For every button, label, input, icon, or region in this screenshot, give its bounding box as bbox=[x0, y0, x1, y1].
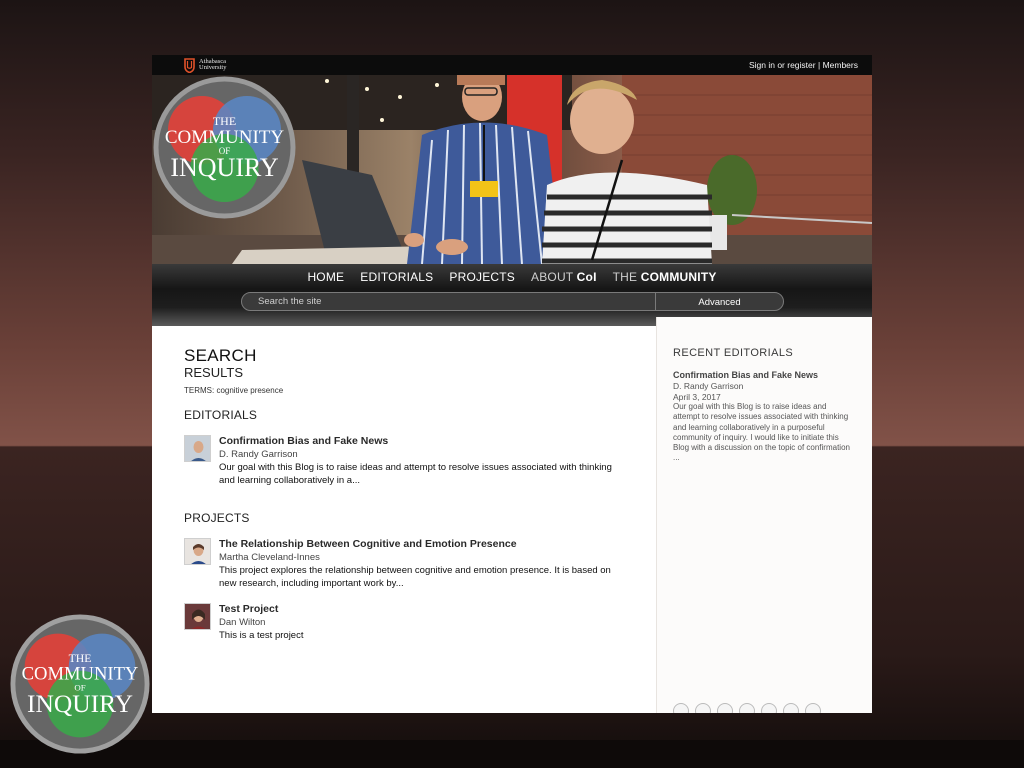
nav-editorials[interactable]: EDITORIALS bbox=[360, 270, 433, 284]
website-page: Athabasca University Sign in or register… bbox=[152, 55, 872, 713]
result-item: Confirmation Bias and Fake News D. Randy… bbox=[184, 435, 656, 487]
result-item: The Relationship Between Cognitive and E… bbox=[184, 538, 656, 590]
nav-community-bold: COMMUNITY bbox=[640, 270, 717, 284]
signin-register-link[interactable]: Sign in or register bbox=[749, 60, 816, 70]
top-bar: Athabasca University Sign in or register… bbox=[152, 55, 872, 75]
account-links: Sign in or register | Members bbox=[749, 60, 858, 70]
sidebar-editorial-author: D. Randy Garrison bbox=[673, 381, 744, 391]
avatar[interactable] bbox=[184, 603, 211, 630]
search-results: SEARCH RESULTS TERMS: cognitive presence… bbox=[152, 317, 656, 713]
logo-inquiry: INQUIRY bbox=[170, 153, 279, 182]
social-icon[interactable] bbox=[695, 703, 711, 713]
result-excerpt: This is a test project bbox=[219, 630, 304, 641]
nav-about-bold: CoI bbox=[576, 270, 597, 284]
result-author: Dan Wilton bbox=[219, 617, 266, 628]
social-icon[interactable] bbox=[805, 703, 821, 713]
projects-heading: PROJECTS bbox=[184, 511, 250, 525]
nav-projects[interactable]: PROJECTS bbox=[449, 270, 515, 284]
result-item: Test Project Dan Wilton This is a test p… bbox=[184, 603, 656, 642]
slide-logo-inquiry: INQUIRY bbox=[27, 689, 133, 718]
nav-about-prefix: ABOUT bbox=[531, 270, 574, 284]
content-area: SEARCH RESULTS TERMS: cognitive presence… bbox=[152, 317, 872, 713]
slide-community-of-inquiry-logo: THE COMMUNITY OF INQUIRY bbox=[10, 614, 150, 754]
community-of-inquiry-logo[interactable]: THE COMMUNITY OF INQUIRY bbox=[152, 75, 297, 220]
sidebar-heading: RECENT EDITORIALS bbox=[673, 347, 794, 359]
nav-community-prefix: THE bbox=[612, 270, 638, 284]
avatar-image bbox=[185, 604, 210, 629]
result-author: D. Randy Garrison bbox=[219, 449, 298, 460]
result-excerpt: Our goal with this Blog is to raise idea… bbox=[219, 462, 612, 486]
slide-bottom-bar bbox=[0, 740, 1024, 768]
avatar-image bbox=[185, 539, 210, 564]
sidebar-editorial-title[interactable]: Confirmation Bias and Fake News bbox=[673, 370, 856, 381]
recent-editorials-sidebar: RECENT EDITORIALS Confirmation Bias and … bbox=[656, 317, 872, 713]
nav-links: HOME EDITORIALS PROJECTS ABOUT CoI THE C… bbox=[152, 270, 872, 284]
social-icon[interactable] bbox=[739, 703, 755, 713]
brand-line-2: University bbox=[199, 64, 227, 71]
advanced-search-button[interactable]: Advanced bbox=[655, 293, 783, 310]
sidebar-editorial-date: April 3, 2017 bbox=[673, 391, 721, 402]
page-subtitle: RESULTS bbox=[184, 365, 243, 380]
logo-community: COMMUNITY bbox=[165, 127, 285, 148]
result-title[interactable]: The Relationship Between Cognitive and E… bbox=[219, 538, 619, 551]
result-title[interactable]: Test Project bbox=[219, 603, 619, 616]
editorials-heading: EDITORIALS bbox=[184, 408, 258, 422]
logo-the: THE bbox=[213, 114, 236, 128]
nav-about-coi[interactable]: ABOUT CoI bbox=[531, 270, 597, 284]
social-icon[interactable] bbox=[761, 703, 777, 713]
page-title: SEARCH bbox=[184, 346, 257, 365]
search-terms: TERMS: cognitive presence bbox=[184, 386, 284, 395]
members-link[interactable]: Members bbox=[823, 60, 858, 70]
social-icon[interactable] bbox=[717, 703, 733, 713]
result-excerpt: This project explores the relationship b… bbox=[219, 565, 611, 589]
search-input[interactable] bbox=[242, 293, 655, 310]
shield-icon bbox=[184, 57, 195, 73]
social-icon[interactable] bbox=[783, 703, 799, 713]
avatar[interactable] bbox=[184, 435, 211, 462]
social-icon[interactable] bbox=[673, 703, 689, 713]
athabasca-logo[interactable]: Athabasca University bbox=[184, 57, 227, 73]
search-bar: Advanced bbox=[241, 292, 784, 311]
result-author: Martha Cleveland-Innes bbox=[219, 552, 320, 563]
avatar-image bbox=[185, 436, 210, 461]
nav-home[interactable]: HOME bbox=[307, 270, 344, 284]
athabasca-wordmark: Athabasca University bbox=[199, 58, 227, 72]
hero-banner: THE COMMUNITY OF INQUIRY bbox=[152, 75, 872, 264]
social-icons bbox=[673, 703, 821, 713]
result-title[interactable]: Confirmation Bias and Fake News bbox=[219, 435, 619, 448]
nav-the-community[interactable]: THE COMMUNITY bbox=[613, 270, 717, 284]
avatar[interactable] bbox=[184, 538, 211, 565]
sidebar-editorial-excerpt: Our goal with this Blog is to raise idea… bbox=[673, 402, 850, 463]
separator: | bbox=[817, 60, 821, 70]
